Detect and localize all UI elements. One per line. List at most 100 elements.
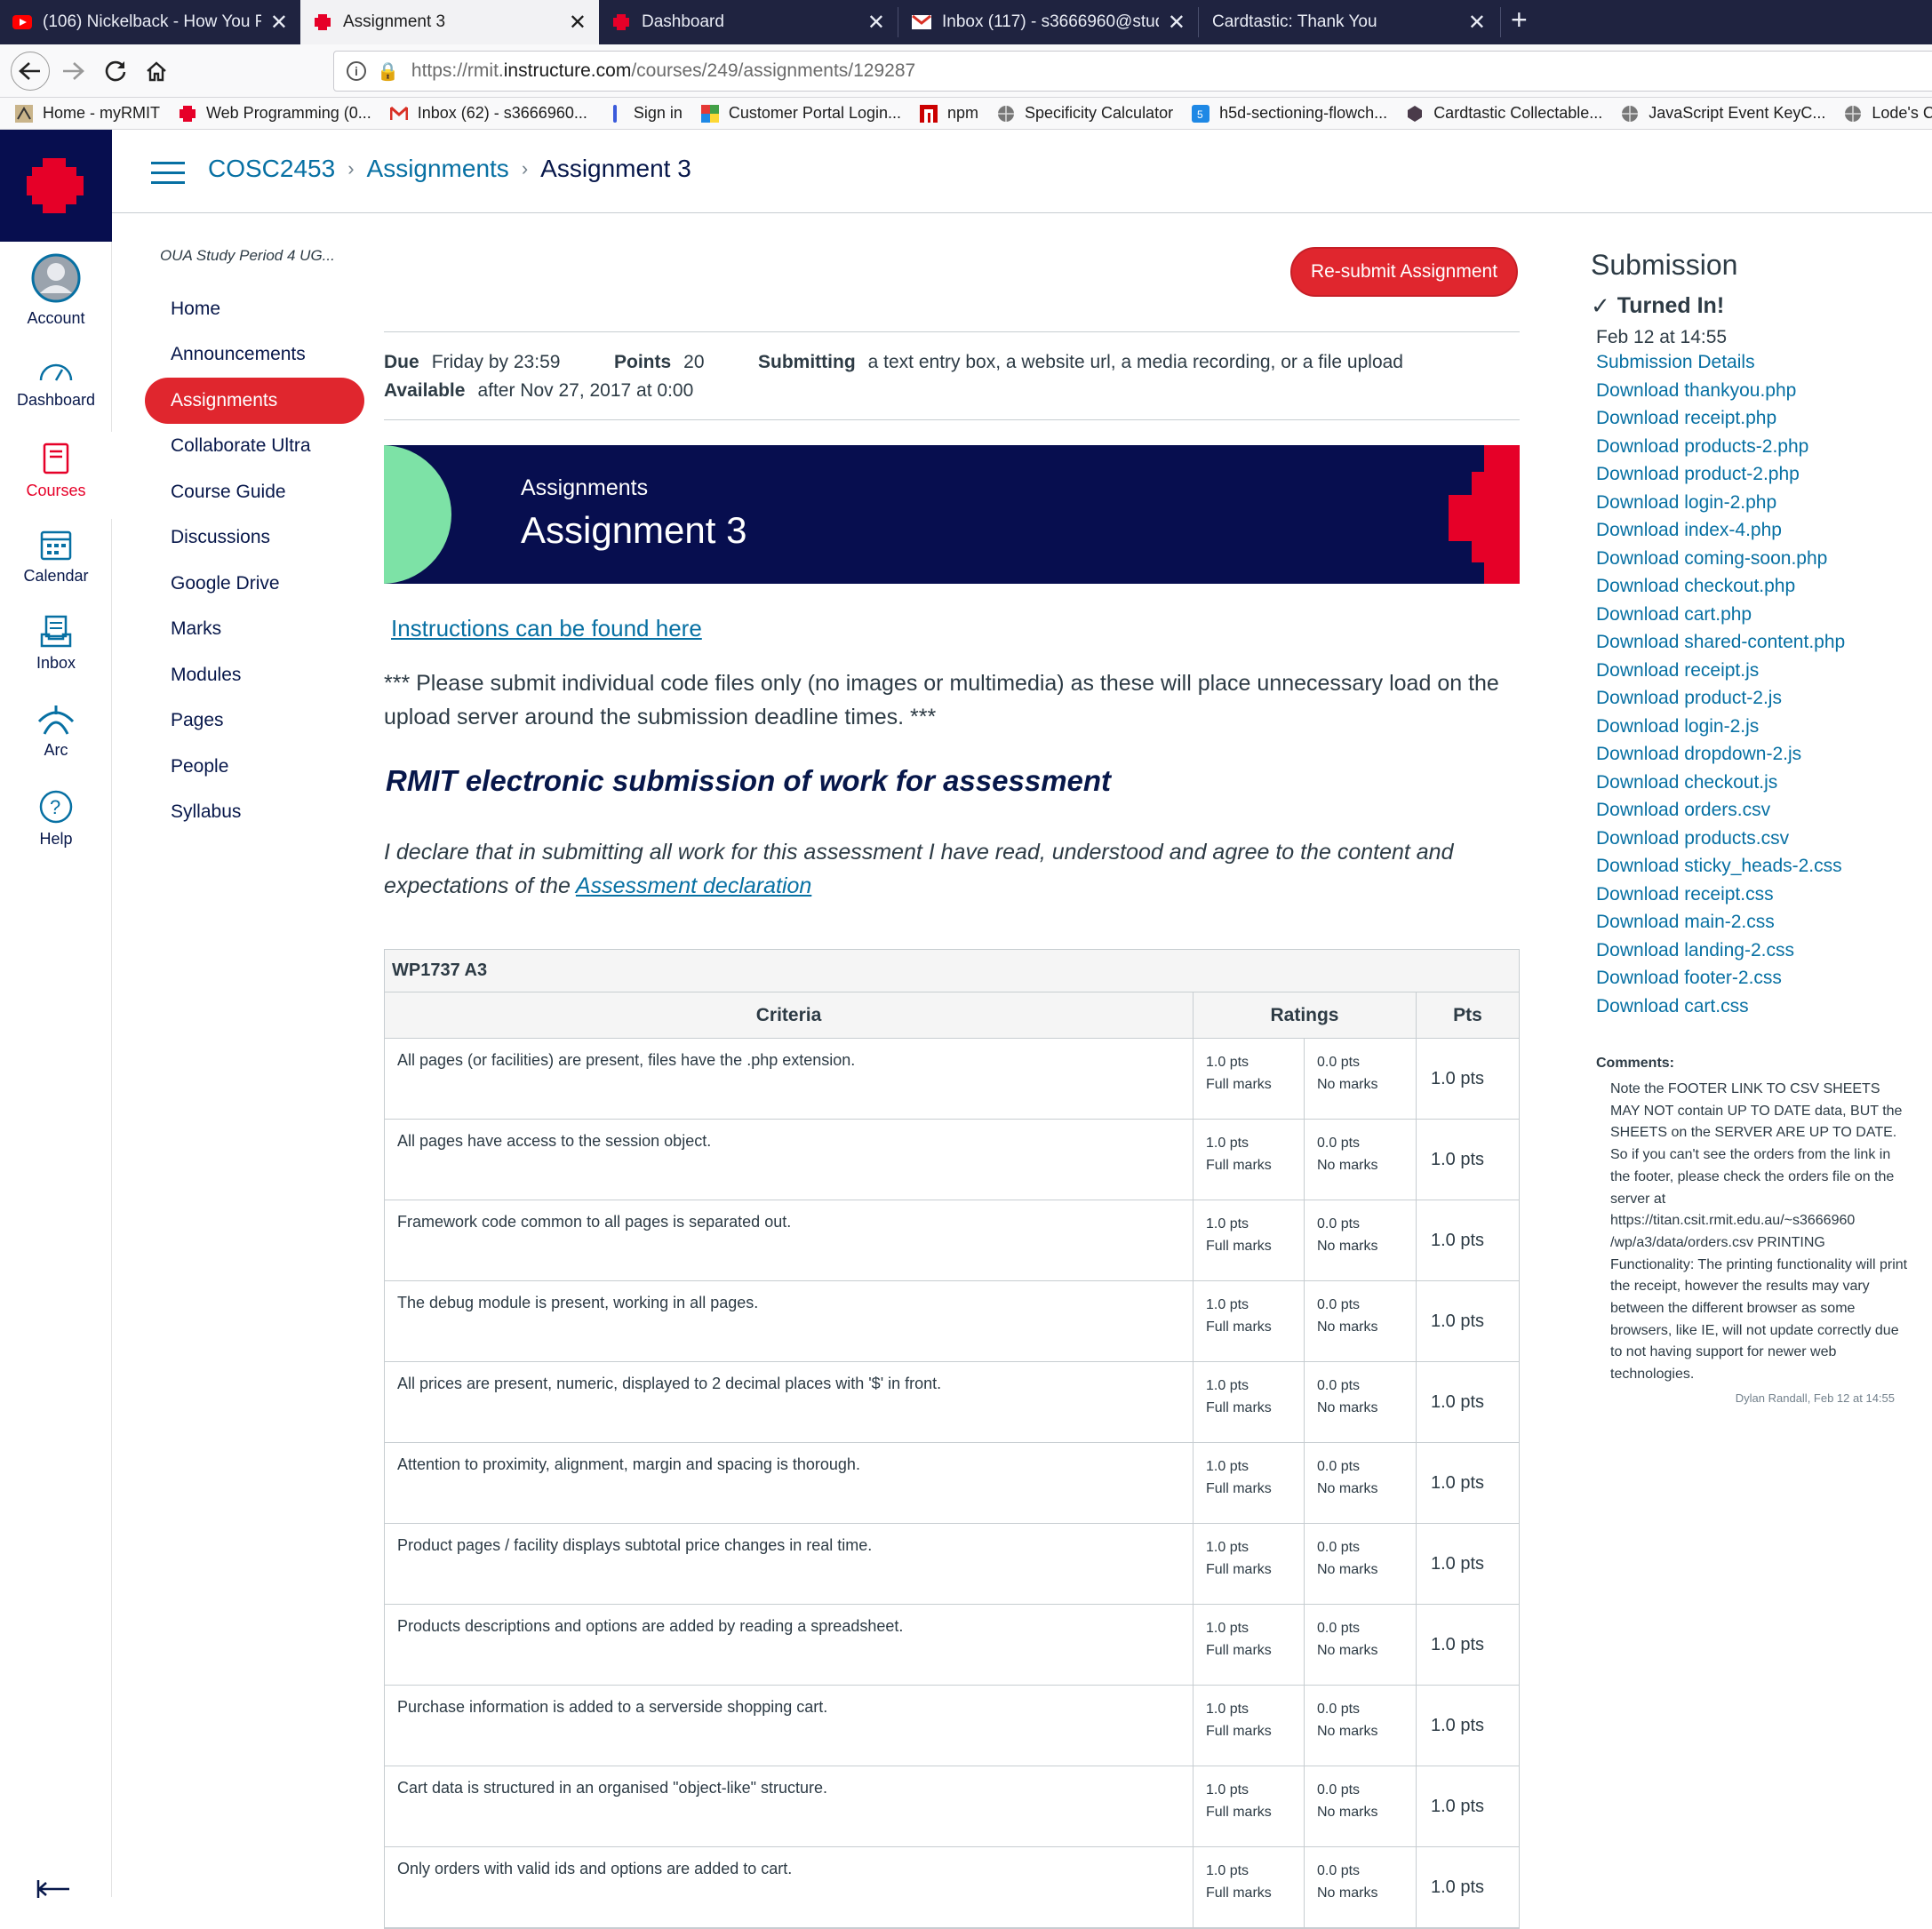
rating-none[interactable]: 0.0 pts No marks bbox=[1305, 1686, 1417, 1766]
rating-none[interactable]: 0.0 pts No marks bbox=[1305, 1605, 1417, 1685]
download-file-link[interactable]: Download products.csv bbox=[1596, 825, 1920, 853]
download-file-link[interactable]: Download thankyou.php bbox=[1596, 377, 1920, 405]
download-file-link[interactable]: Download orders.csv bbox=[1596, 796, 1920, 825]
download-file-link[interactable]: Download product-2.php bbox=[1596, 460, 1920, 489]
download-file-link[interactable]: Download main-2.css bbox=[1596, 908, 1920, 937]
rating-full[interactable]: 1.0 pts Full marks bbox=[1194, 1120, 1305, 1200]
global-nav-calendar[interactable]: Calendar bbox=[0, 528, 112, 586]
download-file-link[interactable]: Download product-2.js bbox=[1596, 684, 1920, 713]
close-tab-icon[interactable]: ✕ bbox=[1168, 10, 1186, 36]
rating-full[interactable]: 1.0 pts Full marks bbox=[1194, 1605, 1305, 1685]
download-file-link[interactable]: Download sticky_heads-2.css bbox=[1596, 852, 1920, 881]
browser-tab-cardtastic[interactable]: Cardtastic: Thank You ✕ bbox=[1200, 0, 1498, 44]
rating-none[interactable]: 0.0 pts No marks bbox=[1305, 1766, 1417, 1846]
address-bar[interactable]: i 🔒 https://rmit. instructure.com/courses… bbox=[333, 51, 1932, 92]
download-file-link[interactable]: Download login-2.php bbox=[1596, 489, 1920, 517]
bookmark-item[interactable]: 5 h5d-sectioning-flowch... bbox=[1191, 104, 1387, 124]
rating-none[interactable]: 0.0 pts No marks bbox=[1305, 1443, 1417, 1523]
rating-full[interactable]: 1.0 pts Full marks bbox=[1194, 1362, 1305, 1442]
browser-tab-inbox[interactable]: Inbox (117) - s3666960@studen ✕ bbox=[899, 0, 1198, 44]
bookmark-item[interactable]: Specificity Calculator bbox=[996, 104, 1173, 124]
download-file-link[interactable]: Download receipt.php bbox=[1596, 404, 1920, 433]
rating-none[interactable]: 0.0 pts No marks bbox=[1305, 1524, 1417, 1604]
bookmark-item[interactable]: JavaScript Event KeyC... bbox=[1620, 104, 1825, 124]
bookmark-item[interactable]: Home - myRMIT bbox=[14, 104, 160, 124]
bookmark-item[interactable]: Inbox (62) - s3666960... bbox=[389, 104, 587, 124]
download-file-link[interactable]: Download checkout.js bbox=[1596, 769, 1920, 797]
global-nav-inbox[interactable]: Inbox bbox=[0, 615, 112, 673]
rmit-logo[interactable] bbox=[0, 130, 112, 242]
course-nav-marks[interactable]: Marks bbox=[142, 607, 364, 653]
download-file-link[interactable]: Download cart.css bbox=[1596, 992, 1920, 1021]
rating-none[interactable]: 0.0 pts No marks bbox=[1305, 1281, 1417, 1361]
assessment-declaration-link[interactable]: Assessment declaration bbox=[576, 873, 811, 898]
download-file-link[interactable]: Download landing-2.css bbox=[1596, 937, 1920, 965]
close-tab-icon[interactable]: ✕ bbox=[1468, 10, 1486, 36]
submission-details-link[interactable]: Submission Details bbox=[1596, 348, 1920, 377]
bookmark-item[interactable]: Cardtastic Collectable... bbox=[1405, 104, 1602, 124]
reload-icon[interactable] bbox=[98, 53, 133, 89]
rating-full[interactable]: 1.0 pts Full marks bbox=[1194, 1200, 1305, 1280]
rating-none[interactable]: 0.0 pts No marks bbox=[1305, 1847, 1417, 1927]
course-nav-collaborate-ultra[interactable]: Collaborate Ultra bbox=[142, 424, 364, 470]
rating-full[interactable]: 1.0 pts Full marks bbox=[1194, 1524, 1305, 1604]
close-tab-icon[interactable]: ✕ bbox=[270, 10, 288, 36]
rating-none[interactable]: 0.0 pts No marks bbox=[1305, 1120, 1417, 1200]
global-nav-account[interactable]: Account bbox=[0, 252, 112, 328]
bookmark-item[interactable]: Sign in bbox=[605, 104, 683, 124]
global-nav-dashboard[interactable]: Dashboard bbox=[0, 354, 112, 410]
rating-full[interactable]: 1.0 pts Full marks bbox=[1194, 1039, 1305, 1119]
global-nav-help[interactable]: ? Help bbox=[0, 789, 112, 849]
rating-full[interactable]: 1.0 pts Full marks bbox=[1194, 1281, 1305, 1361]
new-tab-icon[interactable]: + bbox=[1511, 4, 1528, 36]
download-file-link[interactable]: Download products-2.php bbox=[1596, 433, 1920, 461]
course-nav-home[interactable]: Home bbox=[142, 286, 364, 332]
rating-full[interactable]: 1.0 pts Full marks bbox=[1194, 1443, 1305, 1523]
download-file-link[interactable]: Download login-2.js bbox=[1596, 713, 1920, 741]
collapse-nav-icon[interactable] bbox=[36, 1871, 71, 1906]
course-nav-google-drive[interactable]: Google Drive bbox=[142, 561, 364, 607]
forward-arrow-icon[interactable] bbox=[55, 53, 91, 89]
bookmark-item[interactable]: npm bbox=[919, 104, 978, 124]
course-nav-modules[interactable]: Modules bbox=[142, 652, 364, 698]
global-nav-arc[interactable]: Arc bbox=[0, 702, 112, 760]
download-file-link[interactable]: Download shared-content.php bbox=[1596, 628, 1920, 657]
rating-none[interactable]: 0.0 pts No marks bbox=[1305, 1200, 1417, 1280]
browser-tab-assignment[interactable]: Assignment 3 ✕ bbox=[300, 0, 599, 44]
global-nav-courses[interactable]: Courses bbox=[0, 432, 112, 519]
course-nav-pages[interactable]: Pages bbox=[142, 698, 364, 745]
course-nav-syllabus[interactable]: Syllabus bbox=[142, 790, 364, 836]
course-nav-assignments[interactable]: Assignments bbox=[145, 378, 364, 424]
bookmark-item[interactable]: Customer Portal Login... bbox=[700, 104, 901, 124]
home-icon[interactable] bbox=[139, 53, 174, 89]
course-nav-course-guide[interactable]: Course Guide bbox=[142, 469, 364, 515]
rating-none[interactable]: 0.0 pts No marks bbox=[1305, 1039, 1417, 1119]
rating-full[interactable]: 1.0 pts Full marks bbox=[1194, 1686, 1305, 1766]
download-file-link[interactable]: Download checkout.php bbox=[1596, 572, 1920, 601]
resubmit-assignment-button[interactable]: Re-submit Assignment bbox=[1290, 247, 1518, 297]
instructions-link[interactable]: Instructions can be found here bbox=[391, 615, 702, 642]
download-file-link[interactable]: Download dropdown-2.js bbox=[1596, 740, 1920, 769]
download-file-link[interactable]: Download receipt.css bbox=[1596, 881, 1920, 909]
course-nav-discussions[interactable]: Discussions bbox=[142, 515, 364, 562]
rating-full[interactable]: 1.0 pts Full marks bbox=[1194, 1847, 1305, 1927]
download-file-link[interactable]: Download cart.php bbox=[1596, 601, 1920, 629]
browser-tab-youtube[interactable]: (106) Nickelback - How You Re ✕ bbox=[0, 0, 300, 44]
browser-tab-dashboard[interactable]: Dashboard ✕ bbox=[599, 0, 898, 44]
bookmark-item[interactable]: Lode's Computer bbox=[1843, 104, 1932, 124]
hamburger-menu-icon[interactable] bbox=[151, 162, 185, 185]
back-arrow-icon[interactable] bbox=[11, 52, 50, 91]
rating-full[interactable]: 1.0 pts Full marks bbox=[1194, 1766, 1305, 1846]
info-icon[interactable]: i bbox=[347, 61, 366, 81]
close-tab-icon[interactable]: ✕ bbox=[867, 10, 885, 36]
download-file-link[interactable]: Download coming-soon.php bbox=[1596, 545, 1920, 573]
download-file-link[interactable]: Download index-4.php bbox=[1596, 516, 1920, 545]
download-file-link[interactable]: Download footer-2.css bbox=[1596, 964, 1920, 992]
course-nav-people[interactable]: People bbox=[142, 744, 364, 790]
course-nav-announcements[interactable]: Announcements bbox=[142, 332, 364, 379]
bookmark-item[interactable]: Web Programming (0... bbox=[178, 104, 371, 124]
download-file-link[interactable]: Download receipt.js bbox=[1596, 657, 1920, 685]
rating-none[interactable]: 0.0 pts No marks bbox=[1305, 1362, 1417, 1442]
breadcrumb-assignments[interactable]: Assignments bbox=[367, 155, 509, 183]
close-tab-icon[interactable]: ✕ bbox=[569, 10, 587, 36]
